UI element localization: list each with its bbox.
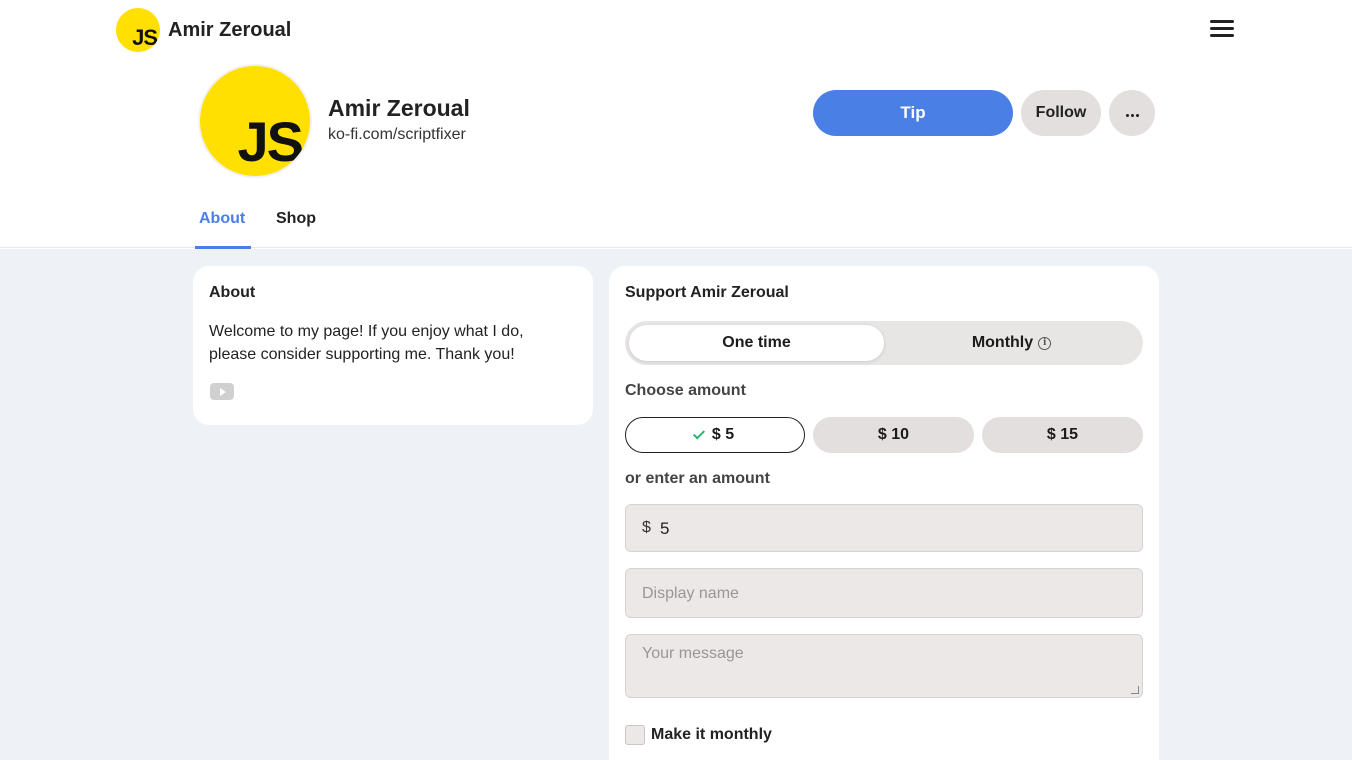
hamburger-menu-icon[interactable] [1210,20,1234,38]
one-time-option[interactable]: One time [629,325,884,361]
brand[interactable]: JS Amir Zeroual [116,8,291,52]
amount-option-label: $ 15 [1046,426,1079,443]
more-options-button[interactable] [1109,90,1155,136]
follow-button[interactable]: Follow [1021,90,1101,136]
avatar-text: JS [237,110,304,173]
tab-shop[interactable]: Shop [276,210,316,228]
amount-option-label: $ 5 [711,426,735,443]
support-title: Support Amir Zeroual [625,284,789,301]
check-icon [692,426,705,440]
brand-logo: JS [116,8,160,52]
active-tab-indicator [195,246,251,249]
profile-url: ko-fi.com/scriptfixer [328,126,466,143]
about-title: About [209,284,256,301]
amount-option-15[interactable]: $ 15 [982,417,1143,453]
brand-name: Amir Zeroual [168,18,292,41]
profile-name: Amir Zeroual [328,95,470,121]
message-field [625,634,1143,698]
info-icon[interactable]: i [1038,336,1052,350]
youtube-icon[interactable] [210,383,234,400]
amount-field: $ [625,504,1143,552]
monthly-option[interactable]: Monthly i [884,325,1139,361]
amount-option-5[interactable]: $ 5 [625,417,805,453]
message-textarea[interactable] [642,645,1122,689]
brand-logo-text: JS [132,25,158,50]
make-monthly-checkbox[interactable] [625,725,645,745]
support-card: Support Amir Zeroual One time Monthly i … [609,266,1159,760]
avatar: JS [200,66,310,176]
frequency-toggle: One time Monthly i [625,321,1143,365]
currency-symbol: $ [642,519,651,536]
display-name-input[interactable] [642,582,1122,606]
monthly-label: Monthly [971,334,1034,351]
about-card: About Welcome to my page! If you enjoy w… [193,266,593,425]
tip-button[interactable]: Tip [813,90,1013,136]
choose-amount-label: Choose amount [625,382,746,399]
display-name-field [625,568,1143,618]
amount-option-label: $ 10 [877,426,910,443]
amount-input[interactable] [660,515,1120,543]
make-monthly-label[interactable]: Make it monthly [651,726,772,744]
enter-amount-label: or enter an amount [625,470,770,487]
more-horizontal-icon [1125,104,1140,122]
resize-handle[interactable] [1131,686,1139,694]
one-time-label: One time [722,334,791,351]
about-text: Welcome to my page! If you enjoy what I … [209,323,524,363]
tab-about[interactable]: About [199,210,245,228]
amount-option-10[interactable]: $ 10 [813,417,974,453]
